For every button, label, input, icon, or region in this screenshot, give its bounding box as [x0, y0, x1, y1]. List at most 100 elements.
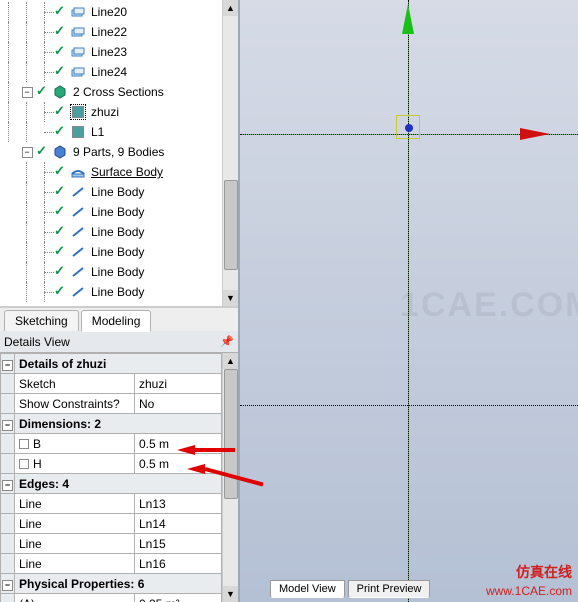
check-icon [54, 285, 68, 299]
tree-item-line-body[interactable]: Line Body [0, 242, 222, 262]
scroll-down-icon[interactable]: ▼ [223, 586, 238, 602]
prop-name: Line [15, 554, 135, 574]
scroll-thumb[interactable] [224, 180, 238, 270]
tree-item-parts[interactable]: − 9 Parts, 9 Bodies [0, 142, 222, 162]
prop-name: Line [15, 534, 135, 554]
tree-item-line-body[interactable]: Line Body [0, 182, 222, 202]
tree-scrollbar[interactable]: ▲ ▼ [222, 0, 238, 306]
details-title: Details View [4, 335, 70, 349]
pin-icon[interactable]: 📌 [220, 335, 234, 348]
tree-item-surface-body[interactable]: Surface Body [0, 162, 222, 182]
line-body-icon [70, 244, 86, 260]
prop-value[interactable]: Ln16 [135, 554, 222, 574]
checkbox-icon[interactable] [19, 439, 29, 449]
line-icon [70, 24, 86, 40]
prop-value[interactable]: 0.25 m² [135, 594, 222, 602]
tree-item-line20[interactable]: Line20 [0, 2, 222, 22]
check-icon [54, 45, 68, 59]
graphics-viewport[interactable]: 1CAE.COM Model View Print Preview 仿真在线 w… [240, 0, 578, 602]
details-grid[interactable]: −Details of zhuzi Sketchzhuzi Show Const… [0, 353, 222, 602]
collapse-icon[interactable]: − [2, 360, 13, 371]
tree-label: Line20 [89, 4, 129, 20]
outline-tree[interactable]: Line20 Line22 Line23 [0, 0, 238, 307]
swatch-icon [70, 104, 86, 120]
swatch-icon [70, 124, 86, 140]
tree-label: Line Body [89, 244, 146, 260]
collapse-icon[interactable]: − [2, 480, 13, 491]
line-body-icon [70, 204, 86, 220]
tree-label: Line Body [89, 284, 146, 300]
tree-label: 2 Cross Sections [71, 84, 166, 100]
x-axis-arrow-icon [520, 128, 550, 140]
prop-name: Show Constraints? [15, 394, 135, 414]
tree-label: Line Body [89, 224, 146, 240]
tab-print-preview[interactable]: Print Preview [348, 580, 431, 598]
scroll-down-icon[interactable]: ▼ [223, 290, 238, 306]
tree-item-line22[interactable]: Line22 [0, 22, 222, 42]
prop-name: Line [15, 514, 135, 534]
check-icon [36, 85, 50, 99]
prop-value[interactable]: No [135, 394, 222, 414]
surface-body-icon [70, 164, 86, 180]
check-icon [54, 105, 68, 119]
prop-value[interactable]: Ln13 [135, 494, 222, 514]
prop-name: B [15, 434, 135, 454]
tree-item-line-body[interactable]: Line Body [0, 202, 222, 222]
check-icon [54, 165, 68, 179]
prop-value[interactable]: zhuzi [135, 374, 222, 394]
tab-model-view[interactable]: Model View [270, 580, 345, 598]
prop-value[interactable]: Ln15 [135, 534, 222, 554]
tab-modeling[interactable]: Modeling [81, 310, 152, 332]
line-body-icon [70, 224, 86, 240]
collapse-icon[interactable]: − [22, 87, 33, 98]
viewport-tabs: Model View Print Preview [270, 580, 430, 598]
tree-label: Line Body [89, 204, 146, 220]
tree-item-line-body[interactable]: Line Body [0, 262, 222, 282]
tree-item-line23[interactable]: Line23 [0, 42, 222, 62]
prop-name: Sketch [15, 374, 135, 394]
prop-name: H [15, 454, 135, 474]
brand-text: 仿真在线 [516, 562, 572, 582]
parts-icon [52, 144, 68, 160]
tree-item-l1[interactable]: L1 [0, 122, 222, 142]
check-icon [54, 265, 68, 279]
check-icon [36, 145, 50, 159]
tree-item-zhuzi[interactable]: zhuzi [0, 102, 222, 122]
prop-name: (A) [15, 594, 135, 602]
check-icon [54, 245, 68, 259]
line-icon [70, 44, 86, 60]
tree-label: L1 [89, 124, 106, 140]
mode-tabs: Sketching Modeling [0, 307, 238, 331]
scroll-up-icon[interactable]: ▲ [223, 353, 238, 369]
collapse-icon[interactable]: − [22, 147, 33, 158]
line-body-icon [70, 184, 86, 200]
line-body-icon [70, 264, 86, 280]
origin-dot-icon [405, 124, 413, 132]
check-icon [54, 185, 68, 199]
tree-label: Line Body [89, 184, 146, 200]
collapse-icon[interactable]: − [2, 420, 13, 431]
section-header: Details of zhuzi [15, 354, 222, 374]
tree-label: Line23 [89, 44, 129, 60]
tab-sketching[interactable]: Sketching [4, 310, 79, 331]
check-icon [54, 5, 68, 19]
origin-marker[interactable] [396, 115, 420, 139]
tree-label: 9 Parts, 9 Bodies [71, 144, 166, 160]
tree-item-line-body[interactable]: Line Body [0, 222, 222, 242]
tree-label: Surface Body [89, 164, 165, 180]
checkbox-icon[interactable] [19, 459, 29, 469]
details-header: Details View 📌 [0, 331, 238, 353]
check-icon [54, 205, 68, 219]
prop-value[interactable]: Ln14 [135, 514, 222, 534]
left-panel: Line20 Line22 Line23 [0, 0, 240, 602]
tree-item-line24[interactable]: Line24 [0, 62, 222, 82]
prop-name: Line [15, 494, 135, 514]
scroll-up-icon[interactable]: ▲ [223, 0, 238, 16]
tree-item-cross-sections[interactable]: − 2 Cross Sections [0, 82, 222, 102]
tree-item-line-body[interactable]: Line Body [0, 282, 222, 302]
collapse-icon[interactable]: − [2, 580, 13, 591]
watermark: 1CAE.COM [400, 286, 578, 325]
tree-label: zhuzi [89, 104, 121, 120]
check-icon [54, 225, 68, 239]
tree-label: Line22 [89, 24, 129, 40]
